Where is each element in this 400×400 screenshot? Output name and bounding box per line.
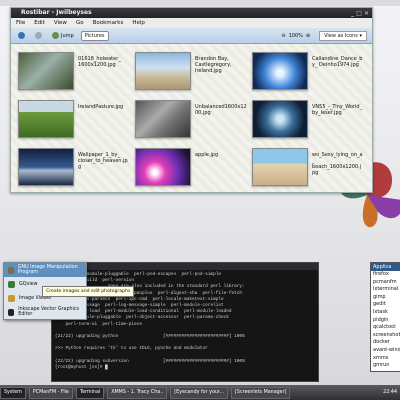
file-name: IrelandPasture.jpg: [78, 104, 124, 110]
app-list-item[interactable]: screenshot: [371, 332, 400, 340]
thumbnail: [135, 52, 191, 90]
thumbnail: [18, 52, 74, 90]
jump-icon: [52, 32, 59, 39]
task-xmms[interactable]: XMMS - 1. Tracy Cha..: [107, 386, 168, 399]
app-list-item[interactable]: avant-window: [371, 347, 400, 355]
file-item[interactable]: apple.jpg: [135, 148, 247, 186]
jump-button[interactable]: Jump: [49, 31, 77, 40]
forward-arrow-icon: [35, 32, 42, 39]
file-item[interactable]: Brandon Bay, Castlegregory, Ireland.jpg: [135, 52, 247, 90]
file-item[interactable]: Callandine_Dance_by_ Deinho1974.jpg: [252, 52, 364, 90]
zoom-controls: ⊖ 100% ⊕ View as Icons ▾: [281, 30, 372, 41]
menu-go[interactable]: Go: [76, 18, 84, 28]
image-viewer-icon: [8, 294, 15, 302]
back-arrow-icon: [18, 32, 25, 39]
thumbnail: [18, 100, 74, 138]
task-screenlets[interactable]: [Screenlets Manager]: [231, 386, 291, 399]
window-titlebar[interactable]: Rostibar - Jwilbeyses _ □ ✕: [11, 8, 372, 18]
window-controls[interactable]: _ □ ✕: [351, 9, 369, 19]
system-menu-button[interactable]: System: [0, 386, 26, 399]
taskbar: System PCManFM - File Terminal XMMS - 1.…: [0, 385, 400, 400]
menu-item-gimp[interactable]: GNU Image Manipulation Program: [4, 263, 86, 277]
jump-label: Jump: [61, 32, 74, 39]
file-item[interactable]: Unbalanced1600x1200.jpg: [135, 100, 247, 138]
app-list-item[interactable]: lxterminal: [371, 286, 400, 294]
forward-button[interactable]: [32, 31, 45, 40]
menu-help[interactable]: Help: [132, 18, 145, 28]
window-title: Rostibar - Jwilbeyses: [21, 9, 92, 16]
app-list-item[interactable]: pcmanfm: [371, 279, 400, 287]
menu-edit[interactable]: Edit: [34, 18, 45, 28]
thumbnail: [252, 148, 308, 186]
file-name: VN55_-_Tiny_World_ by_Ieser.jpg: [312, 104, 363, 116]
thumbnail: [135, 148, 191, 186]
zoom-out-icon[interactable]: ⊖: [281, 33, 285, 39]
app-list-item[interactable]: lxtask: [371, 309, 400, 317]
menu-item-label: Inkscape Vector Graphics Editor: [18, 307, 80, 317]
app-list-item[interactable]: firefox: [371, 271, 400, 279]
terminal-window[interactable]: en-lib perl-module-pluggable perl-pod-es…: [51, 262, 319, 382]
file-name: 01618_holwater_ 1600x1200.jpg: [78, 56, 121, 68]
zoom-level: 100%: [288, 32, 303, 39]
file-name: Unbalanced1600x1200.jpg: [195, 104, 247, 116]
tooltip: Create images and edit photographs: [42, 286, 135, 297]
app-list-item[interactable]: xmms: [371, 355, 400, 363]
task-pcmanfm[interactable]: PCManFM - File: [28, 386, 73, 399]
file-name: wo_Sexy_lying_on_a_ beach_1600x1200.jpg: [312, 152, 363, 176]
file-item[interactable]: IrelandPasture.jpg: [18, 100, 130, 138]
menu-view[interactable]: View: [54, 18, 67, 28]
file-name: Wallpaper_1_by_ closer_to_heaven.jpg: [78, 152, 128, 170]
app-list-item[interactable]: gimp: [371, 294, 400, 302]
file-name: Callandine_Dance_by_ Deinho1974.jpg: [312, 56, 363, 68]
clock: 22:44: [383, 390, 397, 395]
file-item[interactable]: wo_Sexy_lying_on_a_ beach_1600x1200.jpg: [252, 148, 364, 186]
menu-item-inkscape[interactable]: Inkscape Vector Graphics Editor: [4, 305, 86, 319]
inkscape-icon: [8, 308, 15, 316]
toolbar: Jump Pictures ⊖ 100% ⊕ View as Icons ▾: [11, 28, 372, 44]
desktop-top-panel: [0, 0, 400, 6]
pictures-label: Pictures: [84, 32, 105, 39]
icon-view: 01618_holwater_ 1600x1200.jpg Brandon Ba…: [11, 44, 372, 192]
gqview-icon: [8, 280, 15, 288]
app-list-item[interactable]: gedit: [371, 301, 400, 309]
task-terminal[interactable]: Terminal: [75, 386, 105, 399]
zoom-in-icon[interactable]: ⊕: [306, 33, 310, 39]
applications-header: Applica: [371, 263, 400, 271]
menu-file[interactable]: File: [16, 18, 25, 28]
file-item[interactable]: Wallpaper_1_by_ closer_to_heaven.jpg: [18, 148, 130, 186]
app-list-item[interactable]: gmrun: [371, 362, 400, 370]
thumbnail: [252, 100, 308, 138]
gimp-icon: [8, 266, 14, 274]
menu-item-label: GNU Image Manipulation Program: [17, 265, 78, 275]
file-item[interactable]: VN55_-_Tiny_World_ by_Ieser.jpg: [252, 100, 364, 138]
menu-bookmarks[interactable]: Bookmarks: [93, 18, 124, 28]
file-manager-window: Rostibar - Jwilbeyses _ □ ✕ File Edit Vi…: [10, 7, 373, 193]
app-list-item[interactable]: qcalctool: [371, 324, 400, 332]
task-eyecandy[interactable]: [Eyecandy for your...: [170, 386, 229, 399]
view-mode-label: View as Icons: [324, 32, 358, 39]
thumbnail: [252, 52, 308, 90]
app-list-item[interactable]: pidgin: [371, 317, 400, 325]
applications-list: Applica firefox pcmanfm lxterminal gimp gedi…: [370, 262, 400, 372]
thumbnail: [135, 100, 191, 138]
view-mode-select[interactable]: View as Icons ▾: [319, 30, 367, 41]
back-button[interactable]: [15, 31, 28, 40]
pictures-pathbutton[interactable]: Pictures: [80, 30, 109, 41]
terminal-titlebar[interactable]: [52, 263, 318, 270]
file-name: apple.jpg: [195, 152, 219, 158]
file-name: Brandon Bay, Castlegregory, Ireland.jpg: [195, 56, 232, 74]
file-item[interactable]: 01618_holwater_ 1600x1200.jpg: [18, 52, 130, 90]
app-list-item[interactable]: docker: [371, 339, 400, 347]
menu-item-label: GQview: [19, 281, 38, 287]
thumbnail: [18, 148, 74, 186]
menubar: File Edit View Go Bookmarks Help: [11, 18, 372, 28]
